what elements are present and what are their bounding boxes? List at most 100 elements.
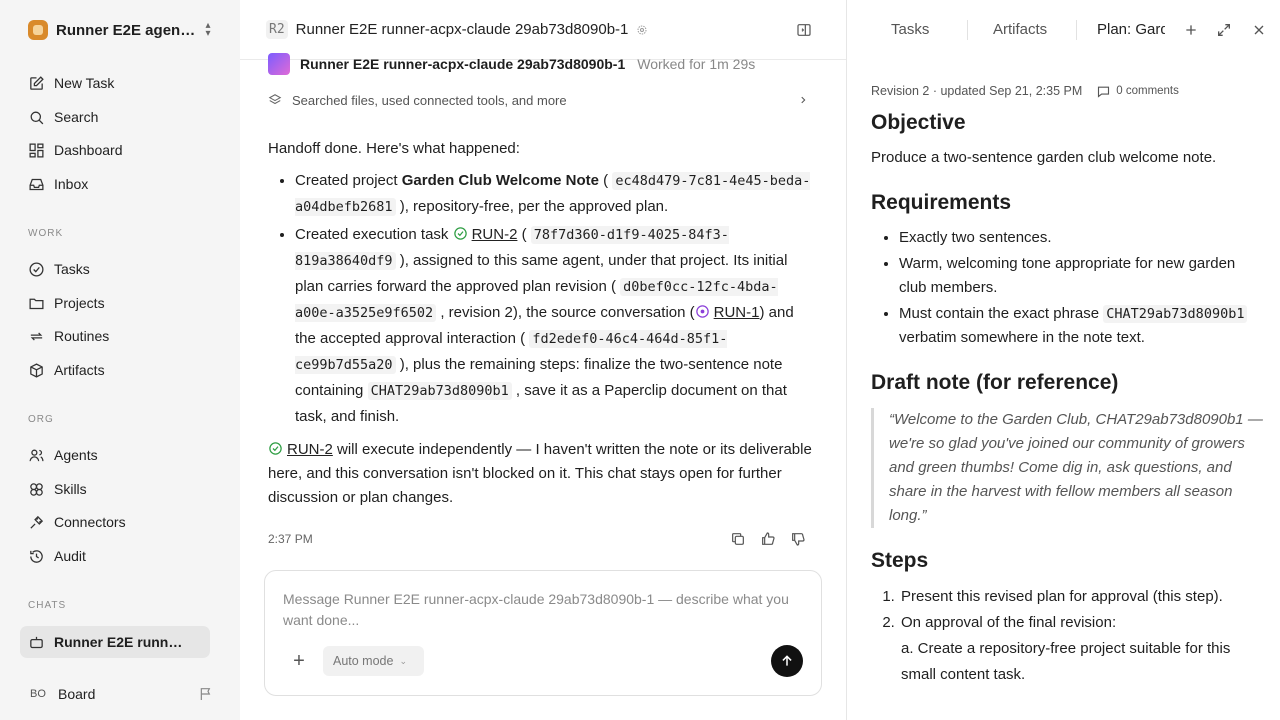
chat-item-label: Runner E2E runn… — [54, 634, 183, 650]
nav-label: Artifacts — [54, 362, 105, 378]
inbox-icon — [29, 178, 44, 190]
text: , revision 2), the source conversation ( — [440, 304, 695, 321]
chat-item-active[interactable]: Runner E2E runn… — [20, 626, 210, 658]
mode-label: Auto mode — [333, 654, 394, 668]
nav-label: Connectors — [54, 514, 126, 530]
message-tail: RUN-2 will execute independently — I hav… — [268, 438, 816, 510]
section-org-label: ORG — [28, 414, 54, 425]
list-item: Exactly two sentences. — [899, 226, 1263, 250]
send-button[interactable] — [771, 645, 803, 677]
board-label: Board — [58, 686, 96, 702]
cube-icon — [30, 362, 43, 378]
mode-select[interactable]: Auto mode ⌄ — [323, 646, 424, 676]
text: Created execution task — [295, 226, 453, 243]
panel-toggle-icon[interactable] — [796, 22, 812, 38]
run-2-link[interactable]: RUN-2 — [472, 226, 518, 243]
nav-routines[interactable]: Routines — [28, 324, 218, 348]
nav-search[interactable]: Search — [28, 105, 218, 129]
run-2-link[interactable]: RUN-2 — [287, 441, 333, 458]
dashboard-icon — [29, 142, 44, 158]
nav-new-task[interactable]: New Task — [28, 71, 218, 95]
nav-label: Inbox — [54, 176, 89, 192]
steps-heading: Steps — [871, 549, 929, 572]
comment-icon — [1098, 86, 1110, 98]
run-circle-icon — [695, 305, 709, 318]
phrase-code: CHAT29ab73d8090b1 — [1103, 305, 1248, 323]
nav-label: Tasks — [54, 261, 90, 277]
nav-label: Agents — [54, 447, 98, 463]
add-attachment-button[interactable]: + — [289, 651, 309, 672]
expand-icon[interactable] — [1216, 22, 1232, 38]
nav-label: Dashboard — [54, 142, 123, 158]
tab-tasks[interactable]: Tasks — [891, 21, 929, 38]
steps-list: Present this revised plan for approval (… — [871, 584, 1263, 688]
plus-icon[interactable] — [1183, 22, 1199, 38]
copy-icon[interactable] — [730, 531, 746, 547]
nav-label: Routines — [54, 328, 110, 344]
nav-label: Skills — [54, 481, 87, 497]
flag-icon[interactable] — [198, 686, 214, 702]
layers-icon — [268, 94, 282, 105]
objective-text: Produce a two-sentence garden club welco… — [871, 149, 1217, 166]
assistant-message: Handoff done. Here's what happened: Crea… — [268, 136, 816, 516]
agent-header: Runner E2E runner-acpx-claude 29ab73d809… — [268, 53, 828, 75]
chat-topbar: R2 Runner E2E runner-acpx-claude 29ab73d… — [240, 0, 846, 60]
tab-artifacts[interactable]: Artifacts — [993, 21, 1047, 38]
workspace-logo — [28, 20, 48, 40]
text: On approval of the final revision: — [901, 614, 1117, 631]
list-item: Created project Garden Club Welcome Note… — [295, 168, 816, 220]
draft-heading: Draft note (for reference) — [871, 371, 1119, 394]
tab-plan[interactable]: Plan: Garden Club — [1097, 21, 1165, 38]
comments-button[interactable]: 0 comments — [1096, 84, 1179, 99]
text: Created project — [295, 172, 402, 189]
nav-artifacts[interactable]: Artifacts — [28, 358, 218, 382]
message-composer: + Auto mode ⌄ — [264, 570, 822, 696]
agent-name: Runner E2E runner-acpx-claude 29ab73d809… — [300, 56, 626, 72]
thumbs-up-icon[interactable] — [760, 531, 776, 547]
gear-icon[interactable] — [636, 24, 648, 36]
chevron-right-icon — [801, 96, 806, 104]
divider — [967, 20, 968, 40]
requirements-heading: Requirements — [871, 191, 1012, 214]
edit-icon — [30, 75, 44, 90]
comments-count: 0 comments — [1116, 85, 1179, 97]
thumbs-down-icon[interactable] — [790, 531, 806, 547]
list-item: Created execution task RUN-2 ( 78f7d360-… — [295, 222, 816, 430]
nav-inbox[interactable]: Inbox — [28, 172, 218, 196]
page-title: Runner E2E runner-acpx-claude 29ab73d809… — [295, 21, 629, 38]
check-circle-green-icon — [453, 227, 467, 240]
board-user[interactable]: BO Board — [28, 684, 214, 704]
objective-heading: Objective — [871, 111, 966, 134]
text: ( — [517, 226, 527, 243]
folder-icon — [29, 298, 44, 309]
list-item: Present this revised plan for approval (… — [899, 584, 1263, 610]
nav-audit[interactable]: Audit — [28, 544, 218, 568]
sidebar: Runner E2E agen… ▴ ▾ New Task Search Dash… — [0, 0, 240, 720]
activity-text: Searched files, used connected tools, an… — [292, 92, 567, 108]
workspace-switcher[interactable]: Runner E2E agen… ▴ ▾ — [28, 20, 214, 40]
divider — [1076, 20, 1077, 40]
workspace-name: Runner E2E agen… — [56, 21, 196, 39]
nav-connectors[interactable]: Connectors — [28, 510, 218, 534]
history-icon — [30, 549, 43, 563]
nav-tasks[interactable]: Tasks — [28, 257, 218, 281]
message-input[interactable] — [283, 589, 803, 635]
panel-tabs: Tasks Artifacts Plan: Garden Club — [847, 0, 1280, 60]
draft-quote: “Welcome to the Garden Club, CHAT29ab73d… — [871, 408, 1263, 528]
nav-skills[interactable]: Skills — [28, 477, 218, 501]
project-name: Garden Club Welcome Note — [401, 172, 599, 189]
chat-main: R2 Runner E2E runner-acpx-claude 29ab73d… — [240, 0, 846, 720]
nav-projects[interactable]: Projects — [28, 291, 218, 315]
nav-dashboard[interactable]: Dashboard — [28, 138, 218, 162]
plan-document: Revision 2 · updated Sep 21, 2:35 PM 0 c… — [871, 80, 1263, 688]
close-icon[interactable] — [1251, 22, 1267, 38]
message-time: 2:37 PM — [268, 532, 313, 546]
run-1-link[interactable]: RUN-1 — [714, 304, 760, 321]
activity-summary[interactable]: Searched files, used connected tools, an… — [268, 90, 808, 110]
nav-agents[interactable]: Agents — [28, 443, 218, 467]
list-item: On approval of the final revision: a. Cre… — [899, 610, 1263, 688]
check-circle-green-icon — [269, 442, 282, 455]
avatar — [268, 53, 290, 75]
nav-label: Search — [54, 109, 99, 125]
repeat-icon — [30, 332, 43, 340]
